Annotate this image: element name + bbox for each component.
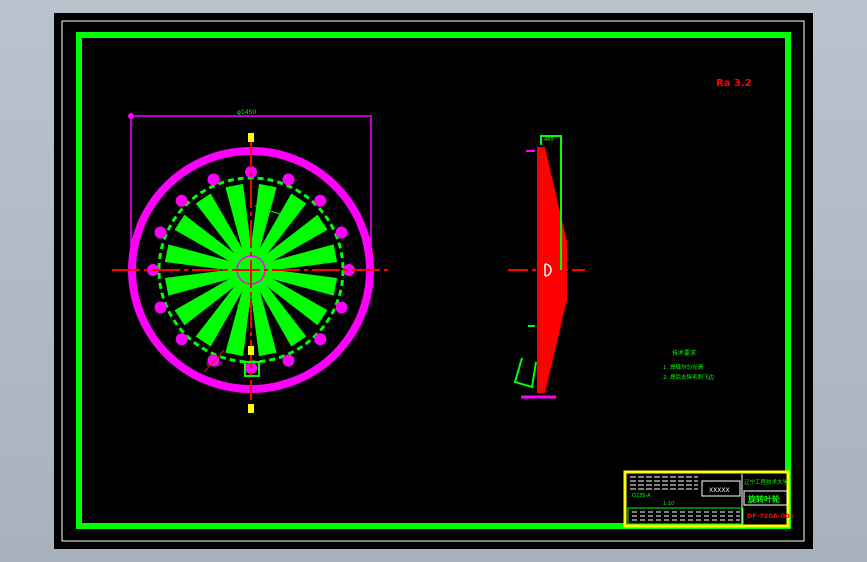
corner-mark: Ra 3.2 bbox=[716, 78, 752, 89]
dimension-node bbox=[128, 113, 134, 119]
lower-dimension-label: Φ1460 bbox=[206, 362, 223, 368]
notes-title: 技术要求 bbox=[672, 349, 696, 357]
flange-bolt bbox=[282, 354, 295, 367]
marker-top bbox=[248, 133, 254, 142]
note-line-2: 2. 焊后去除毛刺飞边 bbox=[663, 373, 714, 381]
spoke-dimension-label: Φ240 bbox=[237, 304, 250, 310]
marker-lower bbox=[248, 346, 254, 355]
flange-bolt bbox=[175, 333, 188, 346]
logo-text: XXXXX bbox=[709, 487, 730, 494]
side-dimension-label: 480 bbox=[544, 137, 554, 143]
flange-bolt bbox=[314, 333, 327, 346]
flange-bolt bbox=[314, 194, 327, 207]
note-line-1: 1. 焊缝均匀光滑 bbox=[663, 363, 703, 371]
part-name: 旋转叶轮 bbox=[747, 494, 780, 504]
company-name: 辽宁工程技术大学 bbox=[744, 478, 789, 486]
scale: 1:10 bbox=[663, 501, 674, 507]
flange-bolt bbox=[335, 226, 348, 239]
cad-drawing-canvas: Ra 3.2 φ1450 Φ240 Φ1460 480 技术要求 1. 焊缝均匀… bbox=[54, 13, 813, 549]
material: Q235-A bbox=[632, 493, 651, 499]
title-block: XXXXX 辽宁工程技术大学 旋转叶轮 DF-720A-001 Q235-A 1… bbox=[623, 470, 795, 528]
flange-bolt bbox=[175, 194, 188, 207]
drawing-number: DF-720A-001 bbox=[747, 512, 795, 520]
flange-bolt bbox=[154, 226, 167, 239]
flange-bolt bbox=[207, 173, 220, 186]
flange-bolt bbox=[335, 301, 348, 314]
dimension-top-label: φ1450 bbox=[237, 109, 256, 116]
flange-bolt bbox=[282, 173, 295, 186]
marker-bottom bbox=[248, 404, 254, 413]
flange-bolt bbox=[154, 301, 167, 314]
